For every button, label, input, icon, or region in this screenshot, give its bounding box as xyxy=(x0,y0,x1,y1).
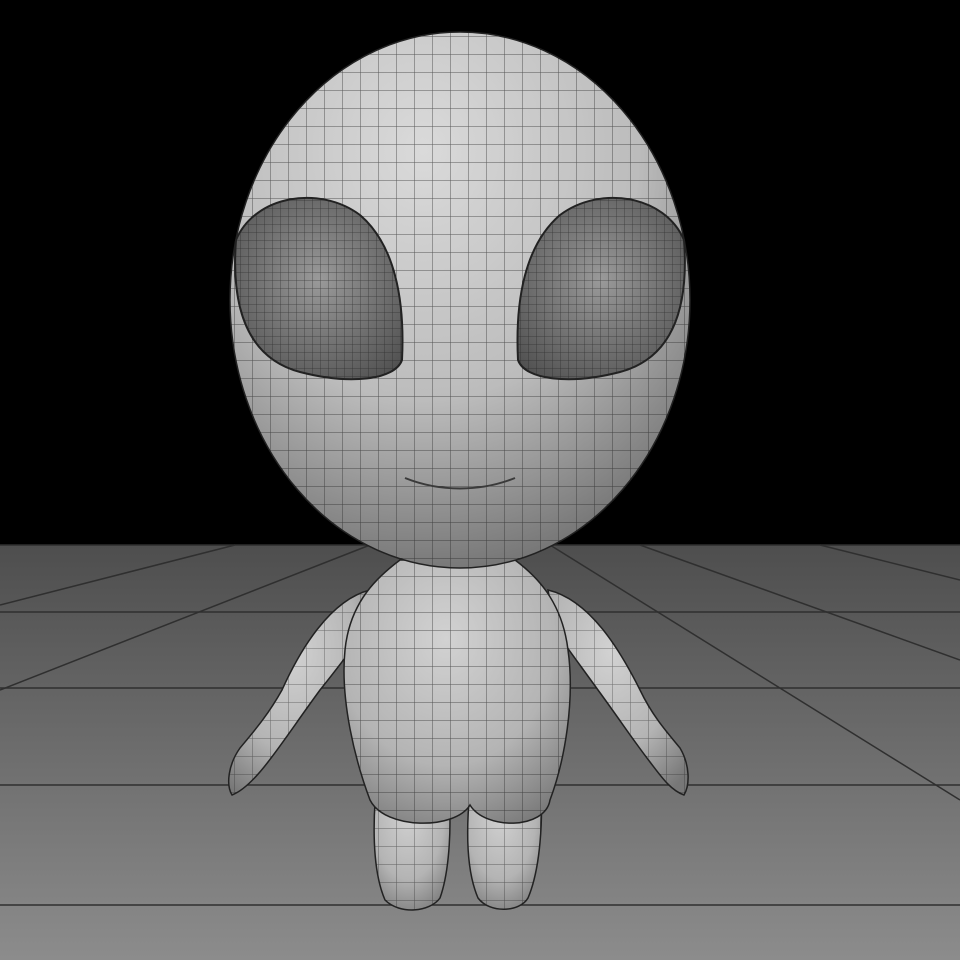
render-viewport xyxy=(0,0,960,960)
alien-character-icon xyxy=(0,0,960,960)
